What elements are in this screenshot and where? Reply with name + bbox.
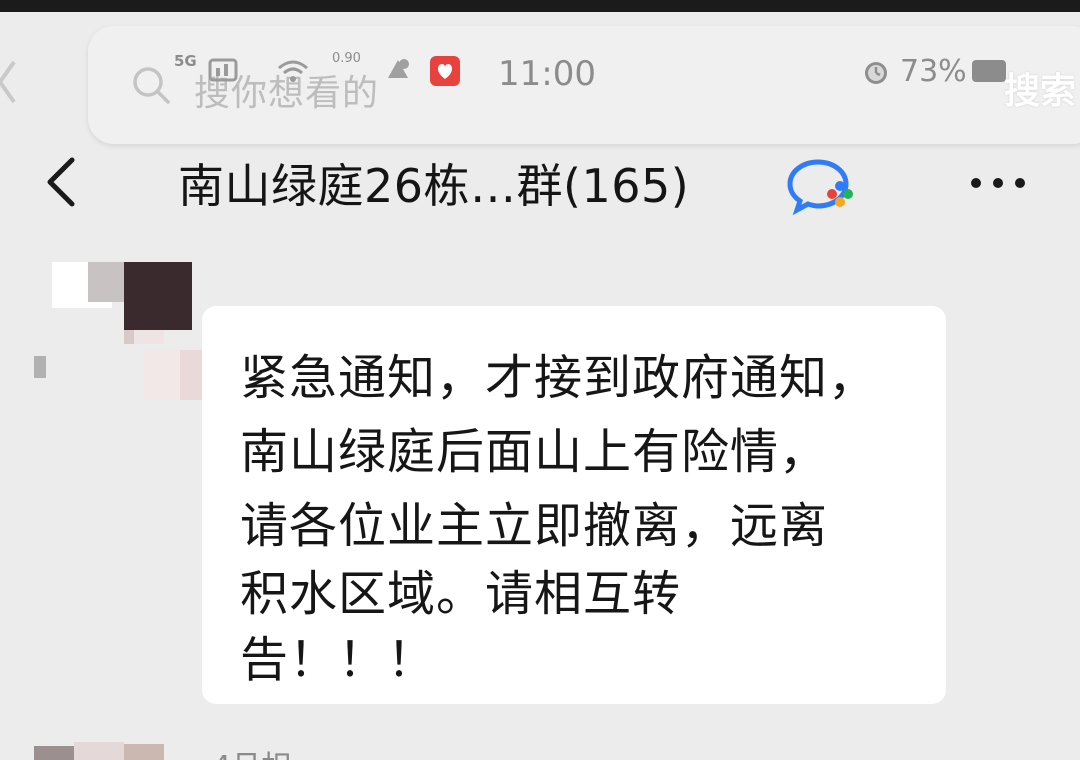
- wifi-icon: [278, 60, 308, 82]
- next-sender-avatar[interactable]: [34, 742, 164, 760]
- sender-avatar[interactable]: [30, 258, 202, 404]
- message-line: 南山绿庭后面山上有险情，: [240, 424, 829, 480]
- search-button[interactable]: 搜索: [1004, 62, 1076, 114]
- background-back-icon: [0, 60, 16, 104]
- battery-icon: [972, 60, 1006, 82]
- more-options-button[interactable]: [966, 168, 1030, 198]
- network-type: 5G: [174, 52, 197, 70]
- message-line: 紧急通知，才接到政府通知，: [240, 350, 878, 406]
- message-line: 积水区域。请相互转: [240, 566, 682, 622]
- wecom-icon: [787, 159, 853, 216]
- signal-icon: [208, 58, 238, 82]
- message-line: 告！！！: [240, 632, 437, 688]
- next-sender-name: 4月相: [212, 742, 291, 760]
- screen-top-edge: [0, 0, 1080, 12]
- message-line: 请各位业主立即撤离，远离: [240, 498, 829, 554]
- battery-percentage: 73%: [900, 54, 967, 89]
- chat-title: 南山绿庭26栋…群(165): [178, 159, 690, 213]
- notification-app-icon: [388, 59, 409, 78]
- red-app-notification-icon: [430, 56, 460, 86]
- search-icon: [133, 67, 170, 104]
- network-speed: 0.90: [332, 51, 361, 66]
- app-glyph-icon: [438, 64, 452, 79]
- chat-screen: 搜你想看的 搜索 5G 0.90 11:00 73% 南山绿庭26栋…群(165…: [0, 0, 1080, 760]
- alarm-icon: [865, 62, 887, 84]
- status-time: 11:00: [498, 54, 596, 94]
- back-button[interactable]: [38, 150, 82, 214]
